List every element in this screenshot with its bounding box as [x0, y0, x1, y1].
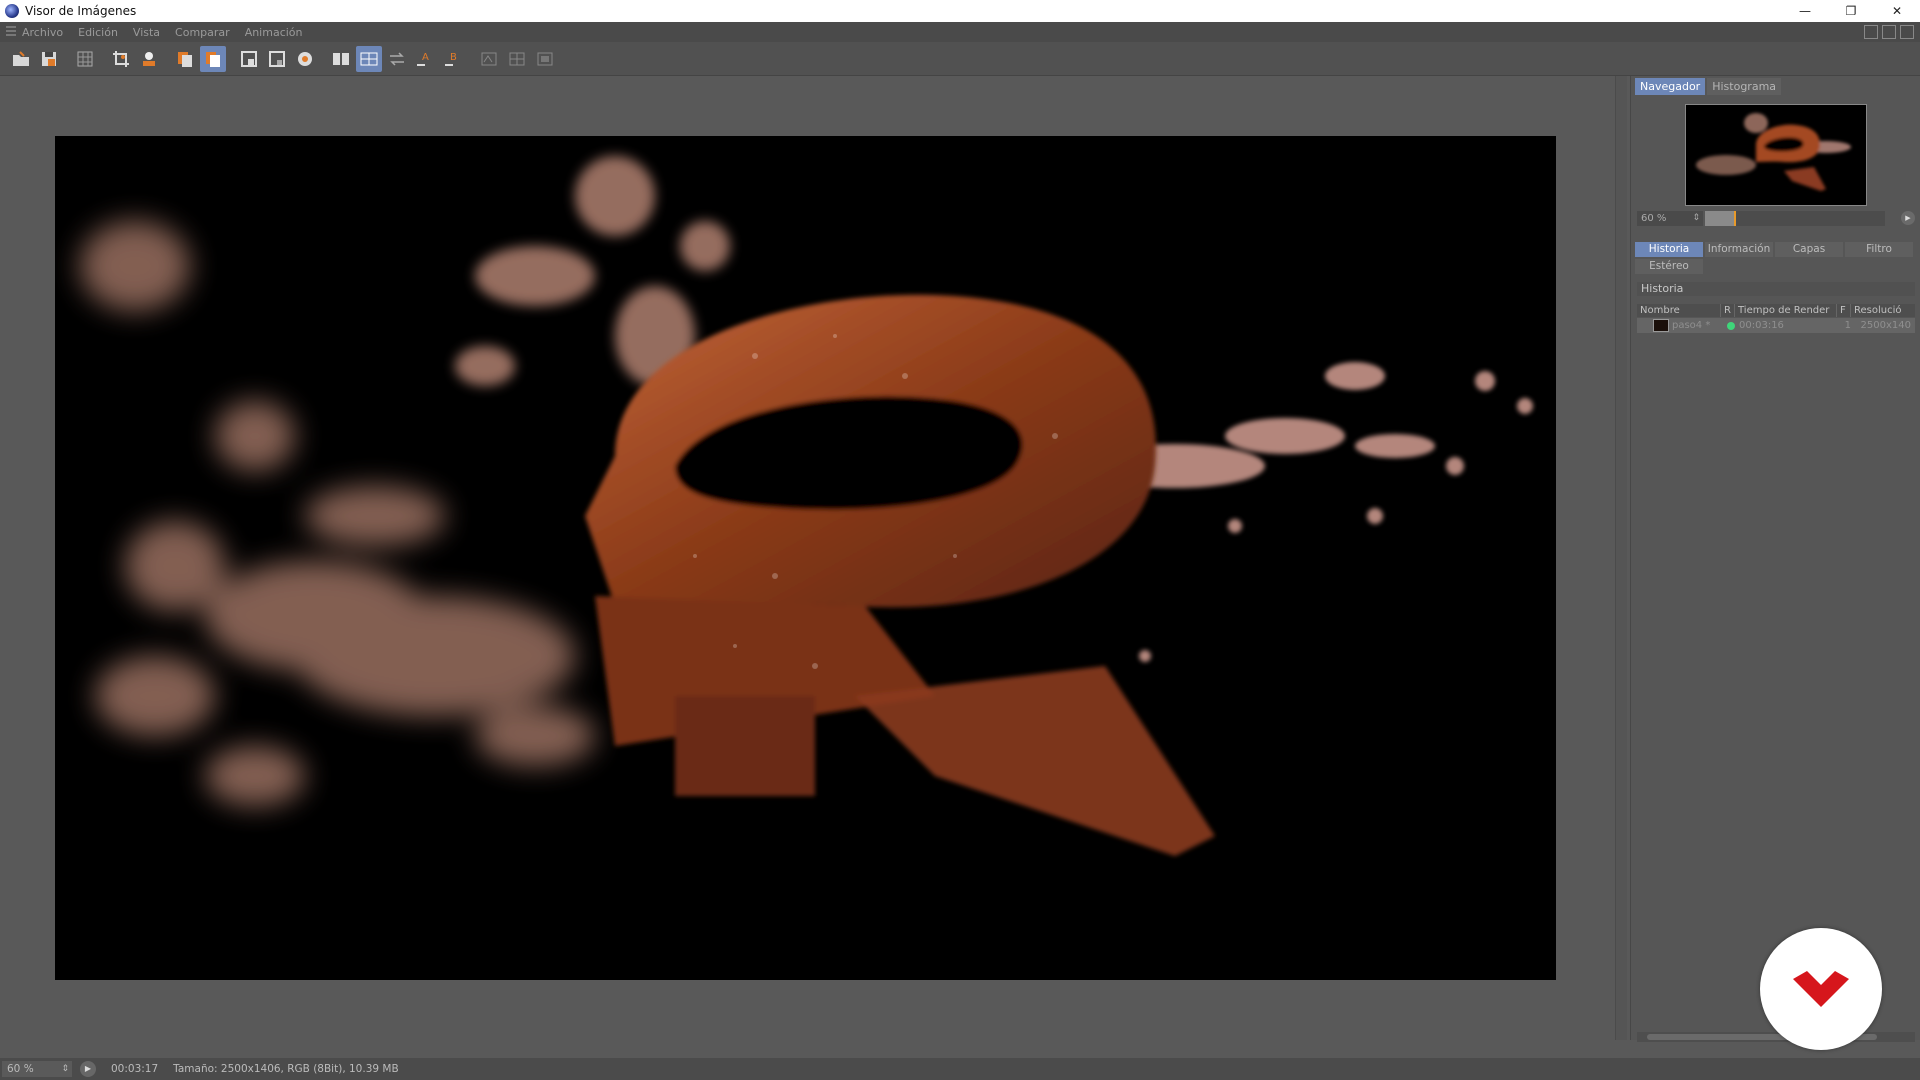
open-folder-icon	[13, 50, 29, 66]
region-button[interactable]	[236, 46, 262, 72]
restore-button[interactable]: ❐	[1828, 0, 1874, 22]
brand-logo	[1760, 928, 1882, 1050]
open-button[interactable]	[8, 46, 34, 72]
row-resolution: 2500x140	[1860, 320, 1911, 331]
paste-icon	[206, 51, 220, 67]
compare-ab-icon	[333, 52, 349, 65]
row-thumbnail	[1653, 319, 1669, 332]
layers-button[interactable]	[504, 46, 530, 72]
split-view-button[interactable]	[356, 45, 382, 72]
toolbar: A B	[0, 42, 1920, 76]
crop-icon	[113, 50, 129, 67]
navigator-zoom-slider[interactable]	[1705, 210, 1885, 226]
status-zoom-field[interactable]: 60 %	[2, 1061, 72, 1077]
layout-move-icon[interactable]	[1900, 25, 1914, 39]
row-name: paso4 *	[1672, 320, 1711, 331]
split-view-icon	[360, 52, 378, 65]
navigator-thumbnail[interactable]	[1685, 104, 1867, 206]
window-title: Visor de Imágenes	[25, 4, 137, 18]
rendered-image	[55, 136, 1556, 980]
status-play-icon[interactable]: ▶	[80, 1061, 96, 1077]
side-panel: Navegador Histograma 60 % ▶ Historia Inf…	[1630, 76, 1920, 1042]
tab-informacion[interactable]: Información	[1705, 242, 1773, 257]
render-icon	[143, 51, 155, 66]
tab-histograma[interactable]: Histograma	[1707, 78, 1782, 95]
set-a-button[interactable]: A	[412, 46, 438, 72]
grid-filter-icon	[77, 51, 93, 66]
tab-estereo[interactable]: Estéreo	[1635, 259, 1703, 274]
tab-historia[interactable]: Historia	[1635, 242, 1703, 257]
save-icon	[42, 51, 56, 66]
status-bar: 60 % ▶ 00:03:17 Tamaño: 2500x1406, RGB (…	[0, 1058, 1920, 1080]
filter-button[interactable]	[72, 46, 98, 72]
minimize-button[interactable]: —	[1782, 0, 1828, 22]
column-f[interactable]: F	[1837, 304, 1851, 317]
interactive-render-button[interactable]	[292, 46, 318, 72]
navigator-tabs: Navegador Histograma	[1631, 76, 1920, 97]
viewport-scrollbar[interactable]	[1615, 76, 1627, 1040]
compare-ab-button[interactable]	[328, 46, 354, 72]
window-controls: — ❐ ✕	[1782, 0, 1920, 22]
render-status-icon	[1727, 321, 1735, 330]
menu-comparar[interactable]: Comparar	[175, 26, 230, 39]
channels-icon	[537, 52, 553, 65]
stereo-button[interactable]	[476, 46, 502, 72]
column-tiempo[interactable]: Tiempo de Render	[1735, 304, 1837, 317]
history-scrollbar[interactable]	[1637, 1032, 1915, 1042]
history-table-header: Nombre R Tiempo de Render F Resolució	[1637, 304, 1915, 317]
tab-navegador[interactable]: Navegador	[1635, 78, 1706, 95]
row-frame: 1	[1844, 320, 1851, 331]
copy-button[interactable]	[172, 46, 198, 72]
crop-button[interactable]	[108, 46, 134, 72]
region-icon	[241, 50, 257, 67]
navigator-play-icon[interactable]: ▶	[1901, 211, 1915, 225]
tab-capas[interactable]: Capas	[1775, 242, 1843, 257]
menu-animacion[interactable]: Animación	[245, 26, 303, 39]
swap-ab-icon	[390, 51, 404, 66]
svg-text:B: B	[450, 52, 457, 63]
menu-vista[interactable]: Vista	[133, 26, 160, 39]
history-section-title: Historia	[1637, 282, 1915, 296]
column-resolucion[interactable]: Resolució	[1851, 304, 1915, 317]
navigator-zoom-row: 60 % ▶	[1637, 210, 1915, 226]
render-button[interactable]	[136, 46, 162, 72]
channels-button[interactable]	[532, 46, 558, 72]
region-alt-icon	[269, 50, 285, 67]
menu-edicion[interactable]: Edición	[78, 26, 118, 39]
zoom-slider-handle[interactable]	[1733, 210, 1736, 226]
table-row[interactable]: paso4 * 00:03:16 1 2500x140	[1637, 318, 1915, 333]
region-alt-button[interactable]	[264, 46, 290, 72]
image-viewport[interactable]	[0, 76, 1615, 1040]
save-button[interactable]	[36, 46, 62, 72]
stereo-icon	[481, 52, 497, 65]
row-render-time: 00:03:16	[1739, 320, 1784, 331]
info-tabs: Historia Información Capas Filtro Estére…	[1635, 242, 1917, 276]
column-nombre[interactable]: Nombre	[1637, 304, 1721, 317]
set-b-button[interactable]: B	[440, 46, 466, 72]
set-b-icon: B	[445, 52, 457, 66]
copy-icon	[178, 51, 192, 67]
close-button[interactable]: ✕	[1874, 0, 1920, 22]
paste-button[interactable]	[200, 45, 226, 72]
layout-new-icon[interactable]	[1882, 25, 1896, 39]
layout-controls	[1864, 25, 1914, 39]
layers-icon	[509, 52, 525, 65]
navigator-zoom-field[interactable]: 60 %	[1637, 210, 1703, 226]
column-r[interactable]: R	[1721, 304, 1735, 317]
zoom-slider-fill	[1705, 210, 1734, 226]
layout-panel-icon[interactable]	[1864, 25, 1878, 39]
app-icon	[5, 4, 19, 18]
swap-ab-button[interactable]	[384, 46, 410, 72]
menu-bar: Archivo Edición Vista Comparar Animación	[0, 22, 1920, 42]
status-image-info: Tamaño: 2500x1406, RGB (8Bit), 10.39 MB	[173, 1063, 399, 1075]
set-a-icon: A	[417, 52, 429, 66]
menu-grip-icon	[6, 26, 16, 38]
menu-archivo[interactable]: Archivo	[22, 26, 63, 39]
svg-text:A: A	[422, 52, 429, 63]
tab-filtro[interactable]: Filtro	[1845, 242, 1913, 257]
status-render-time: 00:03:17	[111, 1063, 159, 1075]
title-bar: Visor de Imágenes — ❐ ✕	[0, 0, 1920, 22]
interactive-render-icon	[298, 51, 312, 66]
chevron-logo-icon	[1793, 971, 1849, 1007]
